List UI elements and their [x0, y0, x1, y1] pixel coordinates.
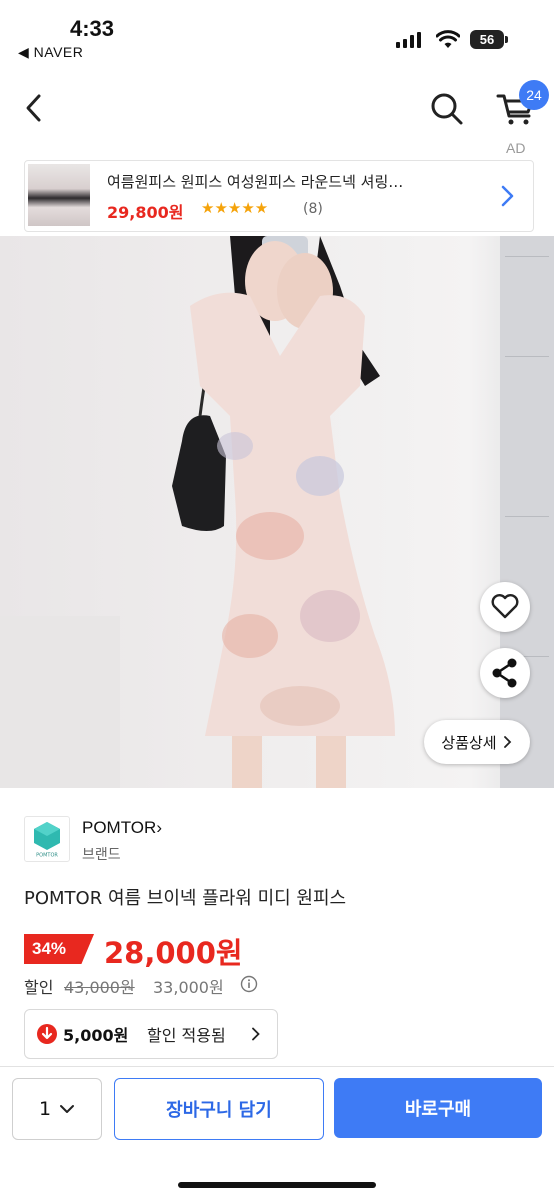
wishlist-button[interactable]: [480, 582, 530, 632]
cellular-signal-icon: [396, 32, 421, 48]
info-icon[interactable]: [240, 975, 258, 993]
quantity-select[interactable]: 1: [12, 1078, 102, 1140]
coupon-discount-box[interactable]: 5,000원 할인 적용됨: [24, 1009, 278, 1059]
brand-sublabel: 브랜드: [82, 847, 121, 863]
original-price: 43,000원: [64, 978, 135, 997]
brand-name: POMTOR: [82, 818, 157, 837]
brand-logo-text: POMTOR: [36, 853, 58, 859]
chevron-right-icon: [501, 185, 514, 207]
star-rating-icon: ★★★★★: [201, 199, 269, 217]
back-arrow-icon[interactable]: [18, 88, 52, 128]
add-to-cart-button[interactable]: 장바구니 담기: [114, 1078, 324, 1140]
brand-logo[interactable]: POMTOR: [24, 816, 70, 862]
share-icon: [492, 658, 517, 688]
chevron-down-icon: [60, 1105, 75, 1113]
coupon-amount: 5,000원: [63, 1026, 129, 1045]
wifi-icon: [436, 30, 460, 48]
ad-price: 29,800원: [107, 203, 184, 222]
cart-count-badge: 24: [519, 80, 549, 110]
home-indicator: [178, 1182, 376, 1188]
ad-review-count: (8): [303, 201, 323, 217]
product-detail-label: 상품상세: [441, 733, 497, 752]
chevron-right-icon: [252, 1027, 260, 1041]
product-image[interactable]: [0, 236, 554, 788]
ad-thumbnail: [28, 164, 90, 226]
back-to-naver-link[interactable]: ◀ NAVER: [18, 44, 83, 61]
search-icon[interactable]: [426, 88, 468, 128]
product-title: POMTOR 여름 브이넥 플라워 미디 원피스: [24, 888, 347, 909]
buy-now-button[interactable]: 바로구매: [334, 1078, 542, 1138]
quantity-value: 1: [38, 1098, 52, 1120]
coupon-status-text: 할인 적용됨: [147, 1026, 226, 1045]
ad-banner[interactable]: 여름원피스 원피스 여성원피스 라운드넥 셔링… 29,800원 ★★★★★ (…: [24, 160, 534, 232]
battery-tip: [505, 36, 508, 43]
alternate-price: 33,000원: [153, 978, 224, 997]
chevron-right-icon: ›: [156, 818, 162, 837]
brand-name-link[interactable]: POMTOR›: [82, 818, 162, 838]
discount-rate-badge: 34%: [24, 934, 95, 964]
product-photo-illustration: [0, 236, 554, 788]
sale-price: 28,000원: [104, 936, 243, 970]
ad-label: AD: [506, 140, 526, 156]
chevron-right-icon: [503, 736, 511, 748]
heart-icon: [491, 594, 519, 619]
discount-label: 할인: [24, 978, 54, 997]
product-detail-button[interactable]: 상품상세: [424, 720, 530, 764]
down-arrow-icon: [37, 1024, 57, 1044]
ad-title: 여름원피스 원피스 여성원피스 라운드넥 셔링…: [107, 173, 404, 191]
share-button[interactable]: [480, 648, 530, 698]
bottom-bar-divider: [0, 1066, 554, 1067]
brand-logo-image: POMTOR: [31, 822, 63, 859]
battery-icon: 56: [470, 30, 504, 49]
status-time: 4:33: [70, 16, 115, 41]
